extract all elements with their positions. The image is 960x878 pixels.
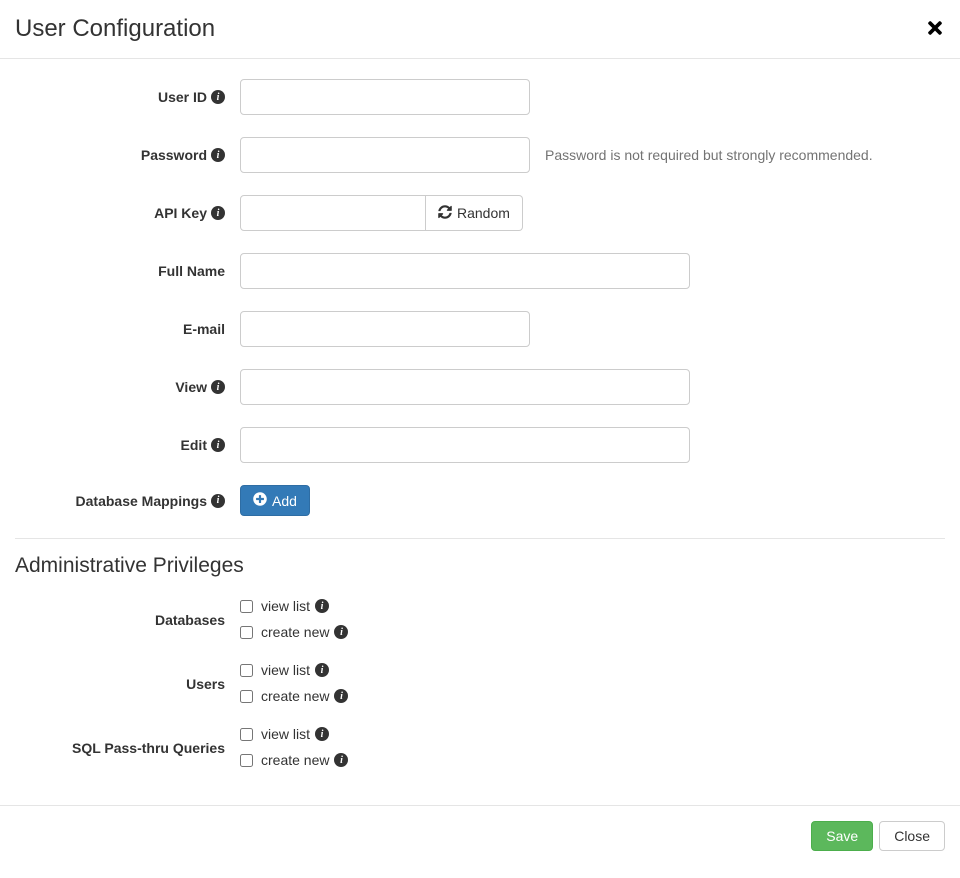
email-input[interactable] xyxy=(240,311,530,347)
info-icon[interactable] xyxy=(334,625,348,639)
sql-create-new-label[interactable]: create new xyxy=(261,752,348,768)
users-view-list-label[interactable]: view list xyxy=(261,662,329,678)
db-mappings-label: Database Mappings xyxy=(15,493,240,509)
db-mappings-row: Database Mappings Add xyxy=(15,485,945,516)
api-key-label: API Key xyxy=(15,205,240,221)
full-name-label: Full Name xyxy=(15,263,240,279)
sql-view-list-item: view list xyxy=(240,726,348,742)
databases-view-list-label[interactable]: view list xyxy=(261,598,329,614)
info-icon[interactable] xyxy=(211,380,225,394)
password-input[interactable] xyxy=(240,137,530,173)
info-icon[interactable] xyxy=(211,438,225,452)
users-priv-row: Users view list create new xyxy=(15,662,945,704)
refresh-icon xyxy=(438,205,452,222)
password-row: Password Password is not required but st… xyxy=(15,137,945,173)
modal-header: User Configuration xyxy=(0,0,960,59)
modal-body: User ID Password Password is not require… xyxy=(0,59,960,805)
add-button-label: Add xyxy=(272,493,297,509)
user-id-label: User ID xyxy=(15,89,240,105)
view-input[interactable] xyxy=(240,369,690,405)
users-priv-label: Users xyxy=(15,662,240,704)
full-name-row: Full Name xyxy=(15,253,945,289)
password-help-text: Password is not required but strongly re… xyxy=(545,147,873,163)
api-key-input[interactable] xyxy=(240,195,426,231)
users-create-new-checkbox[interactable] xyxy=(240,690,253,703)
edit-row: Edit xyxy=(15,427,945,463)
databases-view-list-item: view list xyxy=(240,598,348,614)
sql-create-new-item: create new xyxy=(240,752,348,768)
plus-circle-icon xyxy=(253,492,267,509)
databases-priv-row: Databases view list create new xyxy=(15,598,945,640)
modal-title: User Configuration xyxy=(15,15,215,43)
info-icon[interactable] xyxy=(315,663,329,677)
users-create-new-label[interactable]: create new xyxy=(261,688,348,704)
view-row: View xyxy=(15,369,945,405)
user-id-row: User ID xyxy=(15,79,945,115)
email-row: E-mail xyxy=(15,311,945,347)
info-icon[interactable] xyxy=(211,206,225,220)
databases-create-new-item: create new xyxy=(240,624,348,640)
edit-input[interactable] xyxy=(240,427,690,463)
info-icon[interactable] xyxy=(211,494,225,508)
info-icon[interactable] xyxy=(334,753,348,767)
close-icon[interactable] xyxy=(925,15,945,43)
section-divider xyxy=(15,538,945,539)
api-key-row: API Key Random xyxy=(15,195,945,231)
databases-view-list-checkbox[interactable] xyxy=(240,600,253,613)
info-icon[interactable] xyxy=(315,599,329,613)
email-label: E-mail xyxy=(15,321,240,337)
databases-priv-label: Databases xyxy=(15,598,240,640)
users-view-list-checkbox[interactable] xyxy=(240,664,253,677)
users-create-new-item: create new xyxy=(240,688,348,704)
random-button[interactable]: Random xyxy=(426,195,523,231)
close-button[interactable]: Close xyxy=(879,821,945,851)
sql-priv-row: SQL Pass-thru Queries view list create n… xyxy=(15,726,945,768)
sql-priv-label: SQL Pass-thru Queries xyxy=(15,726,240,768)
databases-create-new-label[interactable]: create new xyxy=(261,624,348,640)
password-label: Password xyxy=(15,147,240,163)
sql-create-new-checkbox[interactable] xyxy=(240,754,253,767)
sql-view-list-label[interactable]: view list xyxy=(261,726,329,742)
privileges-title: Administrative Privileges xyxy=(15,554,945,578)
info-icon[interactable] xyxy=(334,689,348,703)
info-icon[interactable] xyxy=(211,148,225,162)
save-button[interactable]: Save xyxy=(811,821,873,851)
info-icon[interactable] xyxy=(211,90,225,104)
full-name-input[interactable] xyxy=(240,253,690,289)
databases-create-new-checkbox[interactable] xyxy=(240,626,253,639)
add-button[interactable]: Add xyxy=(240,485,310,516)
sql-view-list-checkbox[interactable] xyxy=(240,728,253,741)
api-key-input-group: Random xyxy=(240,195,523,231)
modal-footer: Save Close xyxy=(0,805,960,866)
random-button-label: Random xyxy=(457,205,510,221)
user-id-input[interactable] xyxy=(240,79,530,115)
edit-label: Edit xyxy=(15,437,240,453)
info-icon[interactable] xyxy=(315,727,329,741)
view-label: View xyxy=(15,379,240,395)
users-view-list-item: view list xyxy=(240,662,348,678)
